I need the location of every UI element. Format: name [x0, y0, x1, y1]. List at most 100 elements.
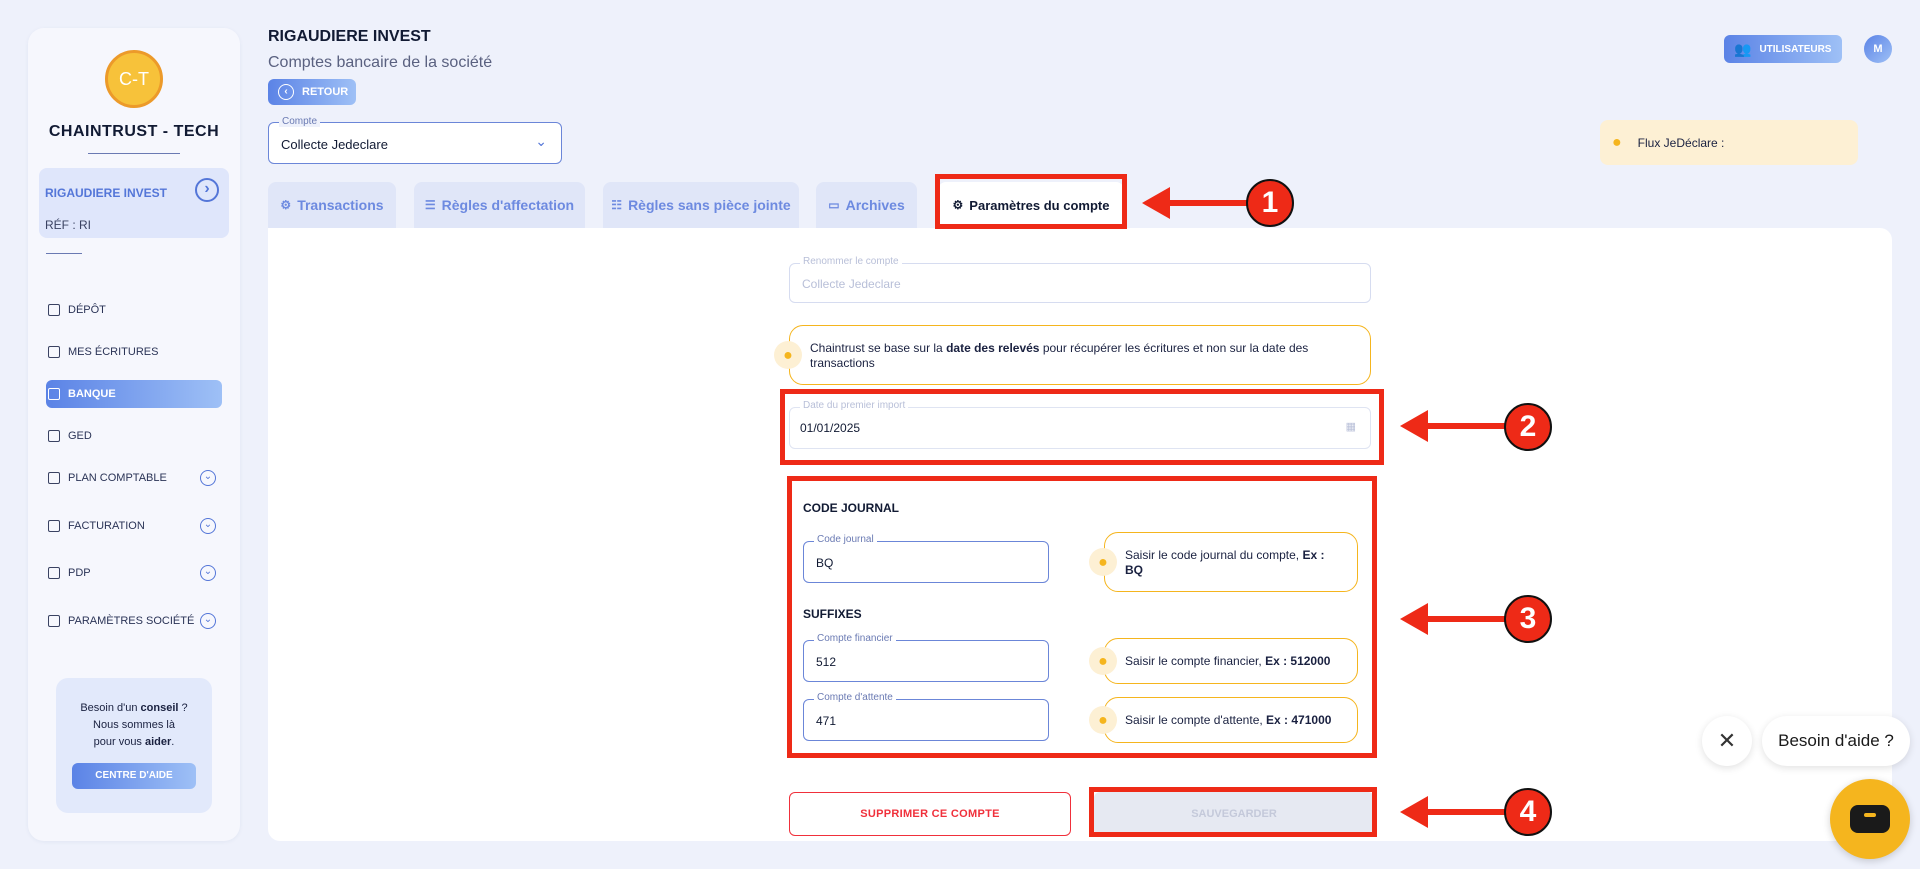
annotation-arrow-1 — [1142, 187, 1256, 219]
company-name: RIGAUDIERE INVEST — [45, 186, 168, 200]
sidebar: C-T CHAINTRUST - TECH RIGAUDIERE INVEST … — [28, 28, 240, 841]
sidebar-item-label: MES ÉCRITURES — [68, 346, 159, 358]
help-card: Besoin d'un conseil ? Nous sommes là pou… — [56, 678, 212, 813]
help-text: Besoin d'un conseil ? Nous sommes là pou… — [56, 700, 212, 751]
sidebar-item-ged[interactable]: GED — [46, 422, 222, 450]
chevron-left-icon: ‹ — [278, 84, 294, 100]
folder-edit-icon — [48, 346, 60, 358]
info-text-part: Chaintrust se base sur la — [810, 341, 947, 355]
help-text-part: pour vous — [93, 736, 145, 748]
sidebar-item-label: GED — [68, 430, 92, 442]
help-text-bold: aider — [145, 736, 172, 748]
chat-close-button[interactable]: ✕ — [1702, 716, 1752, 766]
chat-icon — [1850, 805, 1890, 833]
close-icon: ✕ — [1717, 728, 1737, 753]
annotation-box-1 — [935, 174, 1127, 229]
chevron-down-icon[interactable]: ⌄ — [200, 518, 216, 534]
flux-label: Flux JeDéclare : — [1637, 135, 1725, 150]
filter-icon: ☷ — [611, 198, 623, 212]
tab-label: Transactions — [297, 197, 384, 213]
info-date-releves: ● Chaintrust se base sur la date des rel… — [774, 325, 1371, 385]
annotation-number-3: 3 — [1504, 595, 1552, 643]
annotation-arrow-3 — [1400, 603, 1514, 635]
list-icon: ☰ — [424, 198, 436, 212]
account-select-value: Collecte Jedeclare — [281, 137, 388, 152]
annotation-arrow-4 — [1400, 796, 1514, 828]
sidebar-item-label: BANQUE — [68, 388, 116, 400]
sidebar-item-label: PDP — [68, 567, 91, 579]
chevron-down-icon: ⌄ — [535, 133, 547, 149]
company-ref: RÉF : RI — [45, 218, 92, 232]
sidebar-item-label: PLAN COMPTABLE — [68, 472, 167, 484]
info-text-bold: date des relevés — [946, 341, 1040, 355]
sidebar-item-parametres-societe[interactable]: PARAMÈTRES SOCIÉTÉ ⌄ — [46, 607, 222, 635]
lightbulb-icon: ● — [1612, 133, 1622, 151]
page-title: RIGAUDIERE INVEST — [268, 28, 431, 45]
annotation-number-1: 1 — [1246, 179, 1294, 227]
help-text-line: Nous sommes là — [93, 719, 175, 731]
divider — [88, 153, 180, 154]
chevron-down-icon[interactable]: ⌄ — [200, 613, 216, 629]
lightbulb-icon: ● — [774, 341, 802, 369]
users-button[interactable]: 👥 UTILISATEURS — [1724, 35, 1842, 63]
avatar[interactable]: M — [1864, 35, 1892, 63]
company-avatar: C-T — [105, 50, 163, 108]
annotation-arrow-2 — [1400, 410, 1514, 442]
page-subtitle: Comptes bancaire de la société — [268, 54, 493, 71]
sidebar-item-mes-ecritures[interactable]: MES ÉCRITURES — [46, 338, 222, 366]
sidebar-item-label: PARAMÈTRES SOCIÉTÉ — [68, 615, 195, 627]
chat-launcher-button[interactable] — [1830, 779, 1910, 859]
users-icon: 👥 — [1734, 40, 1752, 57]
help-text-part: ? — [178, 702, 188, 714]
tab-label: Règles sans pièce jointe — [628, 197, 791, 213]
document-icon — [48, 430, 60, 442]
tab-transactions[interactable]: ⚙ Transactions — [268, 182, 396, 228]
tab-label: Règles d'affectation — [441, 197, 575, 213]
tab-regles-affectation[interactable]: ☰ Règles d'affectation — [414, 182, 585, 228]
help-text-part: . — [171, 736, 175, 748]
field-value: Collecte Jedeclare — [802, 277, 901, 291]
users-label: UTILISATEURS — [1759, 43, 1832, 55]
brand-name: CHAINTRUST - TECH — [48, 123, 220, 140]
info-text: Chaintrust se base sur la date des relev… — [810, 341, 1356, 371]
sidebar-item-label: FACTURATION — [68, 520, 145, 532]
sidebar-item-pdp[interactable]: PDP ⌄ — [46, 559, 222, 587]
account-select[interactable]: Compte Collecte Jedeclare ⌄ — [268, 116, 562, 164]
annotation-number-4: 4 — [1504, 788, 1552, 836]
account-select-label: Compte — [279, 116, 321, 127]
folder-icon: ▭ — [828, 198, 840, 212]
card-icon — [48, 567, 60, 579]
chevron-right-icon[interactable]: › — [195, 178, 219, 202]
flux-jedeclare-status: ● Flux JeDéclare : — [1600, 120, 1858, 165]
sidebar-item-plan-comptable[interactable]: PLAN COMPTABLE ⌄ — [46, 464, 222, 492]
invoice-icon — [48, 520, 60, 532]
folder-upload-icon — [48, 304, 60, 316]
annotation-number-2: 2 — [1504, 403, 1552, 451]
divider — [46, 253, 82, 254]
chevron-down-icon[interactable]: ⌄ — [200, 470, 216, 486]
tab-regles-sans-piece-jointe[interactable]: ☷ Règles sans pièce jointe — [603, 182, 799, 228]
back-label: RETOUR — [302, 86, 349, 98]
chevron-down-icon[interactable]: ⌄ — [200, 565, 216, 581]
sidebar-item-banque[interactable]: BANQUE — [46, 380, 222, 408]
annotation-box-4 — [1089, 787, 1377, 837]
field-label: Renommer le compte — [800, 256, 902, 267]
help-text-bold: conseil — [140, 702, 179, 714]
gear-icon: ⚙ — [280, 198, 292, 212]
sliders-icon — [48, 615, 60, 627]
help-center-button[interactable]: CENTRE D'AIDE — [72, 763, 196, 789]
sidebar-item-facturation[interactable]: FACTURATION ⌄ — [46, 512, 222, 540]
annotation-box-2 — [780, 389, 1384, 465]
chat-bubble[interactable]: Besoin d'aide ? — [1762, 716, 1910, 766]
ledger-icon — [48, 472, 60, 484]
company-selector[interactable]: RIGAUDIERE INVEST › RÉF : RI — [39, 168, 229, 238]
tab-archives[interactable]: ▭ Archives — [816, 182, 917, 228]
help-text-part: Besoin d'un — [80, 702, 141, 714]
annotation-box-3 — [787, 476, 1377, 758]
sidebar-item-label: DÉPÔT — [68, 304, 106, 316]
sidebar-item-depot[interactable]: DÉPÔT — [46, 296, 222, 324]
back-button[interactable]: ‹ RETOUR — [268, 79, 356, 105]
delete-account-button[interactable]: SUPPRIMER CE COMPTE — [789, 792, 1071, 836]
rename-account-field[interactable]: Renommer le compte Collecte Jedeclare — [789, 256, 1371, 303]
tab-label: Archives — [845, 197, 905, 213]
